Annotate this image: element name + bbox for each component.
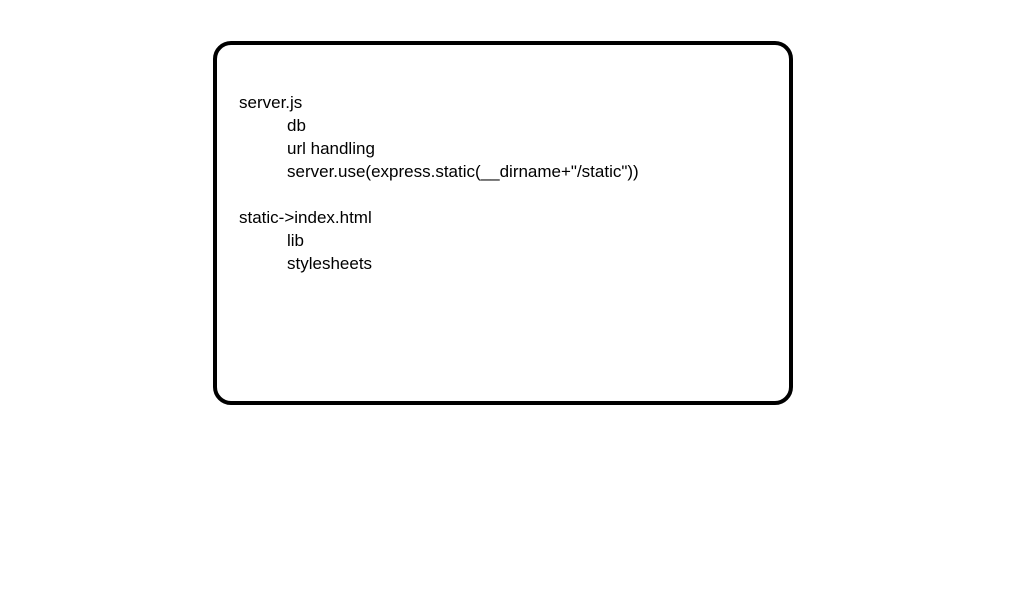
server-item-db: db [287, 116, 306, 135]
static-item-lib: lib [287, 231, 305, 250]
server-item-static-middleware: server.use(express.static(__dirname+"/st… [287, 162, 639, 181]
static-path-label: static->index.html [239, 208, 372, 227]
server-item-url-handling: url handling [287, 139, 375, 158]
notes-text: server.js db url handling server.use(exp… [239, 91, 639, 275]
notes-box: server.js db url handling server.use(exp… [213, 41, 793, 405]
server-file-label: server.js [239, 93, 303, 112]
static-item-stylesheets: stylesheets [287, 254, 373, 273]
